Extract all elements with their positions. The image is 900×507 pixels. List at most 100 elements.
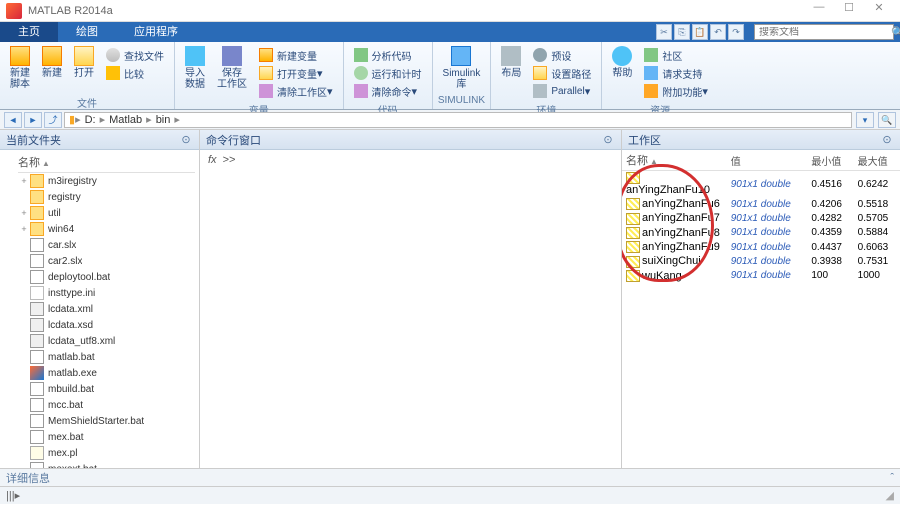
qat-paste-button[interactable]: 📋 xyxy=(692,24,708,40)
file-row[interactable]: mex.bat xyxy=(18,429,195,445)
variable-min: 0.3938 xyxy=(807,254,853,268)
variable-min: 0.4359 xyxy=(807,226,853,240)
work-col-value[interactable]: 值 xyxy=(727,150,808,171)
path-search-button[interactable]: 🔍 xyxy=(878,112,896,128)
compare-button[interactable]: 比较 xyxy=(106,64,164,82)
path-dropdown-button[interactable]: ▾ xyxy=(856,112,874,128)
file-name: matlab.bat xyxy=(48,352,95,363)
file-row[interactable]: MemShieldStarter.bat xyxy=(18,413,195,429)
tab-home[interactable]: 主页 xyxy=(0,22,58,42)
run-time-button[interactable]: 运行和计时 xyxy=(354,64,422,82)
resize-grip-icon[interactable]: ◢ xyxy=(886,489,894,502)
simulink-button[interactable]: Simulink 库 xyxy=(437,44,487,92)
file-icon xyxy=(30,334,44,348)
file-panel-menu-button[interactable]: ⊙ xyxy=(179,133,193,146)
expand-toggle[interactable]: + xyxy=(18,224,30,234)
workspace-row[interactable]: anYingZhanFu9901x1 double0.44370.6063 xyxy=(622,240,900,254)
cmd-prompt[interactable]: >> xyxy=(223,154,236,166)
parallel-button[interactable]: Parallel▾ xyxy=(533,82,591,100)
file-row[interactable]: +win64 xyxy=(18,221,195,237)
file-row[interactable]: matlab.exe xyxy=(18,365,195,381)
file-name: lcdata_utf8.xml xyxy=(48,336,115,347)
workspace-row[interactable]: anYingZhanFu6901x1 double0.42060.5518 xyxy=(622,197,900,211)
file-row[interactable]: matlab.bat xyxy=(18,349,195,365)
expand-toggle[interactable]: + xyxy=(18,208,30,218)
save-workspace-button[interactable]: 保存 工作区 xyxy=(211,44,253,92)
work-col-min[interactable]: 最小值 xyxy=(807,150,853,171)
file-row[interactable]: mcc.bat xyxy=(18,397,195,413)
qat-undo-button[interactable]: ↶ xyxy=(710,24,726,40)
file-row[interactable]: car2.slx xyxy=(18,253,195,269)
file-icon xyxy=(30,254,44,268)
file-icon xyxy=(30,270,44,284)
file-row[interactable]: +m3iregistry xyxy=(18,173,195,189)
addons-button[interactable]: 附加功能▾ xyxy=(644,82,708,100)
variable-icon xyxy=(626,172,640,184)
path-seg-0[interactable]: D: xyxy=(81,114,100,126)
search-docs-input[interactable] xyxy=(759,27,891,38)
file-row[interactable]: deploytool.bat xyxy=(18,269,195,285)
work-col-max[interactable]: 最大值 xyxy=(854,150,900,171)
maximize-button[interactable]: ☐ xyxy=(834,1,864,21)
file-icon xyxy=(30,238,44,252)
file-row[interactable]: lcdata.xsd xyxy=(18,317,195,333)
file-row[interactable]: mexext.bat xyxy=(18,461,195,468)
cmd-panel-menu-button[interactable]: ⊙ xyxy=(601,133,615,146)
file-row[interactable]: car.slx xyxy=(18,237,195,253)
open-var-button[interactable]: 打开变量▾ xyxy=(259,64,333,82)
nav-up-button[interactable]: ⤴ xyxy=(44,112,62,128)
path-seg-2[interactable]: bin xyxy=(152,114,175,126)
workspace-row[interactable]: suiXingChui901x1 double0.39380.7531 xyxy=(622,254,900,268)
fx-label[interactable]: fx xyxy=(208,154,217,166)
qat-cut-button[interactable]: ✂ xyxy=(656,24,672,40)
community-button[interactable]: 社区 xyxy=(644,46,708,64)
variable-value: 901x1 double xyxy=(727,254,808,268)
file-row[interactable]: insttype.ini xyxy=(18,285,195,301)
file-row[interactable]: lcdata_utf8.xml xyxy=(18,333,195,349)
import-data-button[interactable]: 导入 数据 xyxy=(179,44,211,92)
details-chevron-icon[interactable]: ˆ xyxy=(890,472,894,484)
file-row[interactable]: registry xyxy=(18,189,195,205)
variable-value: 901x1 double xyxy=(727,226,808,240)
nav-back-button[interactable]: ◄ xyxy=(4,112,22,128)
find-files-button[interactable]: 查找文件 xyxy=(106,46,164,64)
help-button[interactable]: 帮助 xyxy=(606,44,638,81)
variable-name: anYingZhanFu7 xyxy=(642,212,720,224)
prefs-button[interactable]: 预设 xyxy=(533,46,591,64)
variable-value: 901x1 double xyxy=(727,240,808,254)
path-bar[interactable]: ▮ ▸ D:▸ Matlab▸ bin▸ xyxy=(64,112,852,128)
new-var-button[interactable]: 新建变量 xyxy=(259,46,333,64)
work-col-name[interactable]: 名称▲ xyxy=(622,150,727,171)
details-label[interactable]: 详细信息 xyxy=(6,470,50,486)
new-script-button[interactable]: 新建 脚本 xyxy=(4,44,36,92)
expand-toggle[interactable]: + xyxy=(18,176,30,186)
path-seg-1[interactable]: Matlab xyxy=(105,114,146,126)
workspace-row[interactable]: anYingZhanFu7901x1 double0.42820.5705 xyxy=(622,211,900,225)
support-button[interactable]: 请求支持 xyxy=(644,64,708,82)
set-path-button[interactable]: 设置路径 xyxy=(533,64,591,82)
qat-redo-button[interactable]: ↷ xyxy=(728,24,744,40)
file-col-name[interactable]: 名称 xyxy=(18,157,40,169)
workspace-row[interactable]: anYingZhanFu8901x1 double0.43590.5884 xyxy=(622,226,900,240)
search-icon[interactable]: 🔍 xyxy=(891,26,900,39)
nav-fwd-button[interactable]: ► xyxy=(24,112,42,128)
workspace-row[interactable]: anYingZhanFu10901x1 double0.45160.6242 xyxy=(622,171,900,198)
analyze-code-button[interactable]: 分析代码 xyxy=(354,46,422,64)
clear-cmd-button[interactable]: 清除命令▾ xyxy=(354,82,422,100)
clear-workspace-button[interactable]: 清除工作区▾ xyxy=(259,82,333,100)
close-button[interactable]: ✕ xyxy=(864,1,894,21)
layout-button[interactable]: 布局 xyxy=(495,44,527,81)
work-panel-menu-button[interactable]: ⊙ xyxy=(880,133,894,146)
file-row[interactable]: mbuild.bat xyxy=(18,381,195,397)
minimize-button[interactable]: — xyxy=(804,1,834,21)
qat-copy-button[interactable]: ⎘ xyxy=(674,24,690,40)
tab-plots[interactable]: 绘图 xyxy=(58,22,116,42)
new-button[interactable]: 新建 xyxy=(36,44,68,81)
file-row[interactable]: +util xyxy=(18,205,195,221)
tab-apps[interactable]: 应用程序 xyxy=(116,22,196,42)
workspace-row[interactable]: wuKang901x1 double1001000 xyxy=(622,269,900,283)
variable-name: anYingZhanFu8 xyxy=(642,227,720,239)
file-row[interactable]: lcdata.xml xyxy=(18,301,195,317)
file-row[interactable]: mex.pl xyxy=(18,445,195,461)
open-button[interactable]: 打开 xyxy=(68,44,100,81)
